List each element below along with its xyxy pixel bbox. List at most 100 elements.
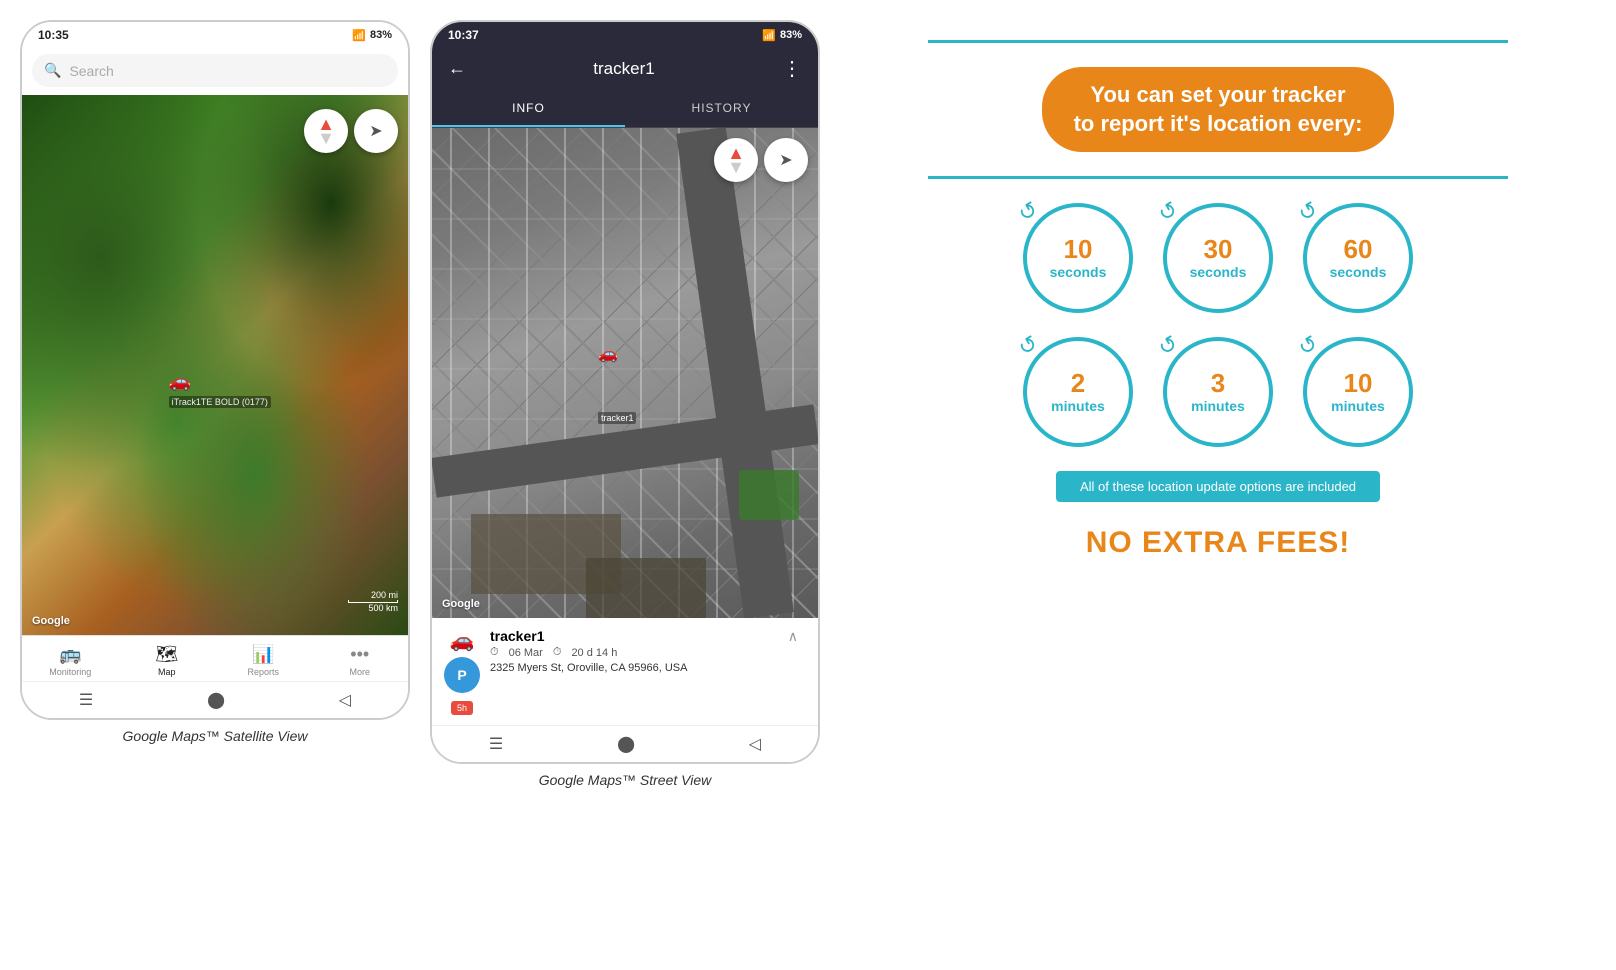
tracker-address: 2325 Myers St, Oroville, CA 95966, USA [490,662,778,674]
tracker-title: tracker1 [593,59,654,79]
bottom-nav: 🚌 Monitoring 🗺 Map 📊 Reports ••• More [22,635,408,681]
phone1-status-bar: 10:35 📶 83% [22,22,408,46]
num-60sec: 60 [1344,236,1373,262]
compass2-south: ▼ [727,160,745,174]
tracker-car-icon: 🚗 [450,628,475,653]
teal-line-bottom [928,176,1508,179]
phone2-time: 10:37 [448,28,479,42]
circles-row-2: ↺ 2 minutes ↺ 3 minutes ↺ 10 minutes [1023,337,1413,447]
timer-icon: ⏱ [553,646,562,659]
clock-icon: ⏱ [490,646,499,659]
more-icon: ••• [350,644,369,665]
nav-map-label: Map [158,667,176,677]
unit-10min: minutes [1331,398,1385,414]
headline-box: You can set your trackerto report it's l… [1042,67,1395,152]
nav-more[interactable]: ••• More [330,644,390,677]
circle-60sec: ↺ 60 seconds [1303,203,1413,313]
circle-10min: ↺ 10 minutes [1303,337,1413,447]
unit-2min: minutes [1051,398,1105,414]
compass-button[interactable]: ▲ ▼ [304,109,348,153]
arrow-3min: ↺ [1154,330,1183,362]
unit-60sec: seconds [1330,264,1387,280]
nav-reports[interactable]: 📊 Reports [233,644,293,677]
phone2-car-marker: 🚗 [598,344,618,364]
unit-30sec: seconds [1190,264,1247,280]
num-10sec: 10 [1064,236,1093,262]
teal-line-top [928,40,1508,43]
phone1-battery: 83% [370,29,392,41]
tracker-meta: ⏱ 06 Mar ⏱ 20 d 14 h [490,646,778,659]
phone2-caption: Google Maps™ Street View [539,772,712,788]
phone2-google-watermark: Google [442,598,480,610]
info-panel: You can set your trackerto report it's l… [840,20,1596,580]
car-marker: 🚗 [169,371,191,392]
menu-button[interactable]: ⋮ [782,56,802,81]
phone2-sys-menu[interactable]: ☰ [489,734,503,754]
tracker-row: 🚗 P 5h tracker1 ⏱ 06 Mar ⏱ 20 d 14 h [444,628,806,715]
map-icon: 🗺 [155,644,178,665]
compass-south-arrow: ▼ [317,131,335,145]
search-bar[interactable]: 🔍 Search [32,54,398,87]
back-button[interactable]: ← [448,58,466,79]
scale-km: 500 km [368,603,398,613]
phone1-caption: Google Maps™ Satellite View [123,728,308,744]
phone2-status-icons: 📶 83% [762,29,802,42]
num-30sec: 30 [1204,236,1233,262]
no-fees-label: All of these location update options are… [1056,471,1380,502]
phone2-sys-home[interactable]: ⬤ [617,734,635,754]
info-graphic: You can set your trackerto report it's l… [928,40,1508,560]
nav-monitoring-label: Monitoring [49,667,91,677]
phone2-location-button[interactable]: ➤ [764,138,808,182]
scale-miles: 200 mi [371,590,398,600]
phone1-wrapper: 10:35 📶 83% 🔍 Search ▲ ▼ [20,20,410,744]
phone1-mockup: 10:35 📶 83% 🔍 Search ▲ ▼ [20,20,410,720]
phone2-battery: 83% [780,29,802,41]
tracker-info-panel: 🚗 P 5h tracker1 ⏱ 06 Mar ⏱ 20 d 14 h [432,618,818,725]
phone2-map-area[interactable]: ▲ ▼ ➤ 🚗 tracker1 Google [432,128,818,618]
num-3min: 3 [1211,370,1225,396]
num-2min: 2 [1071,370,1085,396]
phone1-map-area[interactable]: ▲ ▼ ➤ 🚗 iTrack1TE BOLD (0177) Google [22,95,408,635]
phone2-compass-button[interactable]: ▲ ▼ [714,138,758,182]
nav-monitoring[interactable]: 🚌 Monitoring [40,644,100,677]
location-icon: ➤ [369,121,382,141]
sys-back-btn[interactable]: ◁ [339,690,351,710]
time-badge: 5h [451,701,473,715]
tracker-avatar: P [444,657,480,693]
scale-bar: 200 mi 500 km [348,590,398,613]
nav-reports-label: Reports [247,667,279,677]
arrow-10min: ↺ [1294,330,1323,362]
tracker-info-right: tracker1 ⏱ 06 Mar ⏱ 20 d 14 h 2325 Myers… [490,628,778,674]
tab-history[interactable]: HISTORY [625,91,818,127]
circle-10sec: ↺ 10 seconds [1023,203,1133,313]
tracker-duration: 20 d 14 h [571,647,617,659]
phone2-sys-back[interactable]: ◁ [749,734,761,754]
phone2-signal-icon: 📶 [762,29,776,42]
tab-info[interactable]: INFO [432,91,625,127]
nav-more-label: More [349,667,370,677]
phone2-mockup: 10:37 📶 83% ← tracker1 ⋮ INFO HISTORY [430,20,820,764]
tracker-icon-wrap: 🚗 P 5h [444,628,480,715]
reports-icon: 📊 [252,644,274,665]
nav-map[interactable]: 🗺 Map [137,644,197,677]
monitoring-icon: 🚌 [59,644,81,665]
phone1-screen: 10:35 📶 83% 🔍 Search ▲ ▼ [22,22,408,718]
satellite-map: ▲ ▼ ➤ 🚗 iTrack1TE BOLD (0177) Google [22,95,408,635]
building2 [586,558,706,618]
sys-menu-btn[interactable]: ☰ [79,690,93,710]
phone2-tabs: INFO HISTORY [432,91,818,128]
circle-3min: ↺ 3 minutes [1163,337,1273,447]
location-button[interactable]: ➤ [354,109,398,153]
phone1-signal-icon: 📶 [352,29,366,42]
arrow-60sec: ↺ [1294,196,1323,228]
headline-text: You can set your trackerto report it's l… [1074,82,1363,136]
search-input[interactable]: Search [69,63,113,79]
scroll-hint: ∧ [788,628,806,645]
phone2-map-label: tracker1 [598,412,637,424]
arrow-10sec: ↺ [1014,196,1043,228]
no-extra-fees: NO EXTRA FEES! [1086,526,1351,560]
sys-home-btn[interactable]: ⬤ [207,690,225,710]
phone2-header: ← tracker1 ⋮ [432,46,818,91]
phone1-time: 10:35 [38,28,69,42]
tracker-name: tracker1 [490,628,778,644]
